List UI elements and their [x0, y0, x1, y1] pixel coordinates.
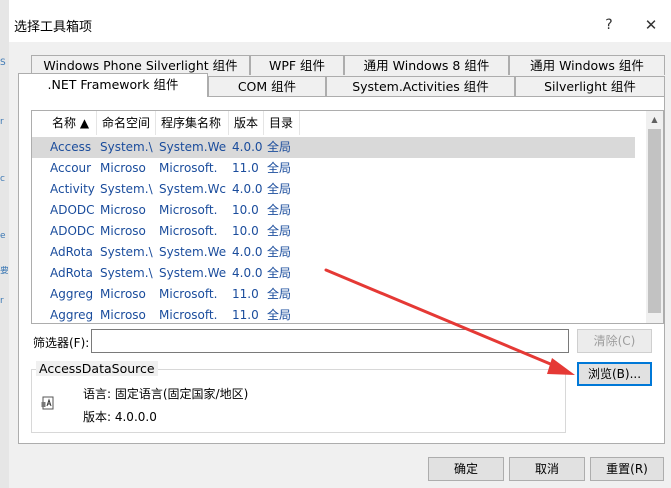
tab-com[interactable]: COM 组件 — [208, 76, 326, 96]
tab-windows-phone-silverlight[interactable]: Windows Phone Silverlight 组件 — [31, 55, 250, 75]
cell-ns: Microso — [100, 287, 146, 301]
tab-silverlight[interactable]: Silverlight 组件 — [515, 76, 665, 96]
close-button[interactable]: ✕ — [640, 14, 662, 36]
table-row[interactable]: AdRota System.\ System.We 4.0.0 全局 — [32, 263, 635, 284]
cell-asm: System.We — [159, 140, 227, 154]
cell-ns: Microso — [100, 161, 146, 175]
cell-asm: Microsoft. — [159, 161, 218, 175]
cell-ver: 4.0.0 — [232, 182, 263, 196]
cell-dir: 全局 — [267, 287, 292, 301]
selected-component-title: AccessDataSource — [36, 361, 158, 376]
table-row[interactable]: Activity System.\ System.Wc 4.0.0 全局 — [32, 179, 635, 200]
cell-dir: 全局 — [267, 245, 292, 259]
cell-dir: 全局 — [267, 161, 292, 175]
strip-mark: S — [0, 58, 6, 68]
table-row[interactable]: ADODC Microso Microsoft. 10.0 全局 — [32, 200, 635, 221]
cell-name: AdRota — [50, 245, 93, 259]
cell-dir: 全局 — [267, 203, 292, 217]
cell-dir: 全局 — [267, 182, 292, 196]
tab-wpf[interactable]: WPF 组件 — [250, 55, 344, 75]
cell-ns: System.\ — [100, 140, 153, 154]
cell-ns: Microso — [100, 224, 146, 238]
cell-name: Aggreg — [50, 287, 94, 301]
column-header-assembly[interactable]: 程序集名称 — [156, 111, 229, 135]
table-row[interactable]: AdRota System.\ System.We 4.0.0 全局 — [32, 242, 635, 263]
component-icon — [41, 396, 54, 410]
cell-name: Access — [50, 140, 92, 154]
cell-name: ADODC — [50, 224, 95, 238]
tab-universal-windows[interactable]: 通用 Windows 组件 — [509, 55, 665, 75]
cell-asm: Microsoft. — [159, 287, 218, 301]
scroll-thumb[interactable] — [648, 129, 661, 313]
cell-ver: 4.0.0 — [232, 245, 263, 259]
ok-button[interactable]: 确定 — [428, 457, 504, 481]
cell-ns: System.\ — [100, 266, 153, 280]
cell-asm: System.Wc — [159, 182, 227, 196]
cell-asm: Microsoft. — [159, 224, 218, 238]
cell-ver: 11.0 — [232, 287, 259, 301]
filter-input[interactable] — [91, 329, 569, 353]
version-info: 版本: 4.0.0.0 — [83, 410, 157, 424]
strip-mark: r — [0, 117, 4, 127]
list-scrollbar[interactable]: ▲ — [646, 111, 663, 323]
table-row[interactable]: Access System.\ System.We 4.0.0 全局 — [32, 137, 635, 158]
cell-asm: System.We — [159, 245, 227, 259]
cell-name: Activity — [50, 182, 95, 196]
table-row[interactable]: Accour Microso Microsoft. 11.0 全局 — [32, 158, 635, 179]
cancel-button[interactable]: 取消 — [509, 457, 585, 481]
cell-name: Aggreg — [50, 308, 94, 322]
column-header-namespace[interactable]: 命名空间 — [97, 111, 156, 135]
cell-ver: 10.0 — [232, 224, 259, 238]
cell-ns: Microso — [100, 203, 146, 217]
cell-asm: Microsoft. — [159, 203, 218, 217]
reset-button[interactable]: 重置(R) — [590, 457, 664, 481]
dialog-title: 选择工具箱项 — [14, 20, 93, 35]
table-row[interactable]: Aggreg Microso Microsoft. 11.0 全局 — [32, 284, 635, 305]
cell-ver: 10.0 — [232, 203, 259, 217]
cell-ver: 11.0 — [232, 308, 259, 322]
strip-mark: c — [0, 174, 5, 184]
cell-name: Accour — [50, 161, 92, 175]
strip-mark: 要 — [0, 266, 8, 276]
column-header-directory[interactable]: 目录 — [264, 111, 300, 135]
cell-ns: Microso — [100, 308, 146, 322]
strip-mark: e — [0, 231, 6, 241]
title-bar — [9, 0, 671, 42]
column-header-version[interactable]: 版本 — [229, 111, 264, 135]
cell-dir: 全局 — [267, 308, 292, 322]
browse-button[interactable]: 浏览(B)... — [577, 362, 652, 386]
help-button[interactable]: ? — [598, 14, 620, 36]
strip-mark: r — [0, 296, 4, 306]
cell-ver: 11.0 — [232, 161, 259, 175]
cell-dir: 全局 — [267, 224, 292, 238]
cell-ver: 4.0.0 — [232, 266, 263, 280]
cell-asm: System.We — [159, 266, 227, 280]
column-header-name[interactable]: 名称 ▲ — [47, 111, 97, 135]
tab-net-framework[interactable]: .NET Framework 组件 — [18, 73, 208, 97]
component-list[interactable]: 名称 ▲ 命名空间 程序集名称 版本 目录 Access System.\ Syst… — [31, 110, 664, 324]
cell-asm: Microsoft. — [159, 308, 218, 322]
cell-ns: System.\ — [100, 182, 153, 196]
cell-dir: 全局 — [267, 266, 292, 280]
tab-system-activities[interactable]: System.Activities 组件 — [326, 76, 515, 96]
cell-ns: System.\ — [100, 245, 153, 259]
cell-ver: 4.0.0 — [232, 140, 263, 154]
table-row[interactable]: Aggreg Microso Microsoft. 11.0 全局 — [32, 305, 635, 323]
tab-universal-windows-8[interactable]: 通用 Windows 8 组件 — [344, 55, 509, 75]
filter-label: 筛选器(F): — [33, 336, 90, 350]
cell-name: AdRota — [50, 266, 93, 280]
language-info: 语言: 固定语言(固定国家/地区) — [83, 387, 249, 401]
cell-name: ADODC — [50, 203, 95, 217]
table-row[interactable]: ADODC Microso Microsoft. 10.0 全局 — [32, 221, 635, 242]
cell-dir: 全局 — [267, 140, 292, 154]
scroll-up-icon[interactable]: ▲ — [646, 111, 663, 128]
clear-button[interactable]: 清除(C) — [577, 329, 652, 353]
